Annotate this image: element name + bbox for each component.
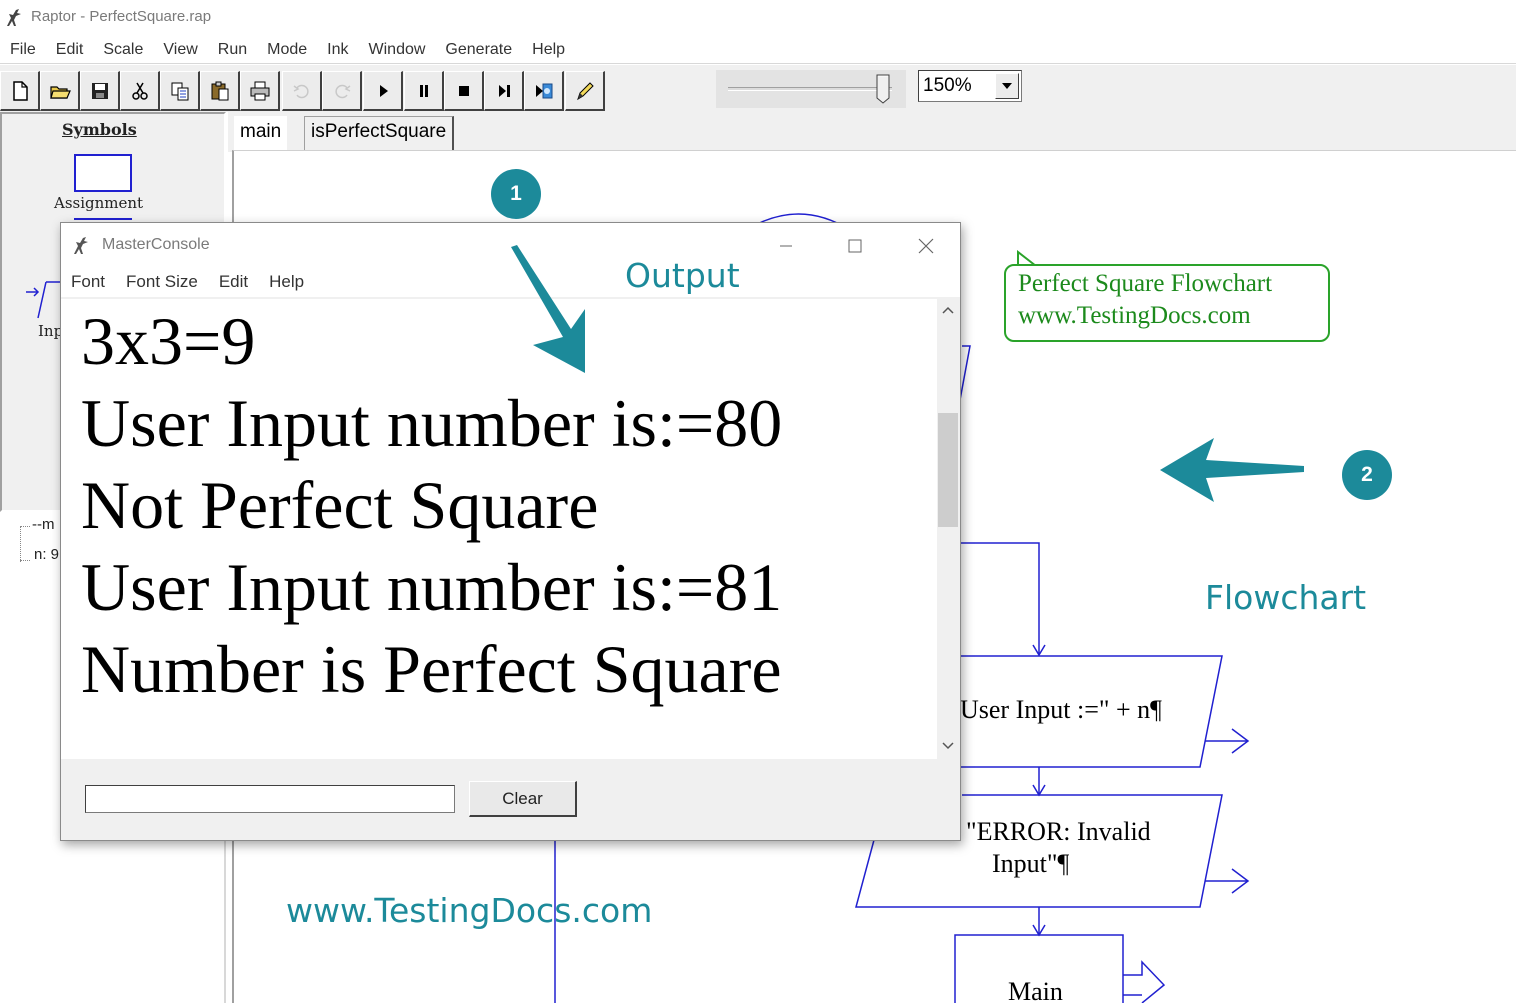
comment-line-2: www.TestingDocs.com bbox=[1018, 302, 1251, 329]
ink-button[interactable] bbox=[565, 71, 605, 111]
print-button[interactable] bbox=[240, 71, 280, 111]
copy-icon bbox=[171, 82, 188, 100]
console-menu-font-size[interactable]: Font Size bbox=[126, 272, 198, 292]
console-menu-help[interactable]: Help bbox=[269, 272, 304, 292]
slider-track bbox=[728, 87, 892, 91]
pause-button[interactable] bbox=[404, 71, 444, 111]
console-title: MasterConsole bbox=[102, 236, 210, 253]
cut-button[interactable] bbox=[120, 71, 160, 111]
slider-thumb[interactable] bbox=[876, 74, 890, 104]
assignment-symbol[interactable] bbox=[74, 154, 132, 192]
raptor-dinosaur-icon bbox=[7, 9, 21, 26]
minimize-icon bbox=[780, 245, 792, 247]
comment-line-1: Perfect Square Flowchart bbox=[1018, 270, 1273, 297]
step-icon bbox=[498, 84, 510, 97]
compiled-run-icon bbox=[535, 83, 552, 98]
menu-bar: File Edit Scale View Run Mode Ink Window… bbox=[0, 36, 1516, 64]
menu-file[interactable]: File bbox=[10, 41, 36, 59]
close-button[interactable] bbox=[903, 231, 949, 261]
output-line: 3x3=9 bbox=[81, 303, 256, 379]
raptor-dinosaur-icon bbox=[74, 237, 88, 254]
symbols-heading: Symbols bbox=[62, 120, 137, 139]
menu-run[interactable]: Run bbox=[218, 41, 247, 59]
variable-n[interactable]: n: 9 bbox=[34, 546, 59, 563]
assignment-symbol-label: Assignment bbox=[54, 194, 144, 212]
undo-button[interactable] bbox=[282, 71, 322, 111]
tree-connector bbox=[20, 526, 21, 562]
console-output-area[interactable]: 3x3=9 User Input number is:=80 Not Perfe… bbox=[61, 299, 937, 759]
step-button[interactable] bbox=[484, 71, 524, 111]
undo-icon bbox=[293, 84, 309, 98]
output-line: User Input number is:=81 bbox=[81, 549, 783, 625]
play-icon bbox=[379, 84, 388, 97]
redo-icon bbox=[334, 84, 350, 98]
dropdown-button[interactable] bbox=[995, 73, 1019, 99]
copy-button[interactable] bbox=[160, 71, 200, 111]
window-title: Raptor - PerfectSquare.rap bbox=[31, 8, 212, 25]
clear-button[interactable]: Clear bbox=[469, 781, 577, 817]
printer-icon bbox=[250, 81, 269, 100]
execute-button[interactable] bbox=[363, 71, 403, 111]
annotation-output-label: Output bbox=[625, 256, 740, 295]
chevron-up-icon bbox=[942, 306, 954, 314]
pause-icon bbox=[419, 84, 428, 97]
new-file-icon bbox=[12, 80, 28, 101]
variable-tree-root[interactable]: --m bbox=[32, 516, 55, 533]
menu-help[interactable]: Help bbox=[532, 41, 565, 59]
annotation-arrow-down bbox=[511, 245, 585, 373]
menu-edit[interactable]: Edit bbox=[56, 41, 84, 59]
open-folder-icon bbox=[49, 85, 71, 99]
title-bar: Raptor - PerfectSquare.rap bbox=[0, 0, 1516, 36]
close-icon bbox=[918, 238, 934, 254]
scroll-thumb[interactable] bbox=[938, 413, 958, 527]
console-menu-font[interactable]: Font bbox=[71, 272, 105, 292]
menu-window[interactable]: Window bbox=[369, 41, 426, 59]
redo-button[interactable] bbox=[322, 71, 362, 111]
menu-view[interactable]: View bbox=[163, 41, 197, 59]
tree-connector bbox=[20, 560, 30, 561]
annotation-badge-2: 2 bbox=[1342, 450, 1392, 500]
stop-icon bbox=[458, 85, 469, 96]
save-disk-icon bbox=[91, 82, 108, 99]
annotation-arrow-left bbox=[1160, 438, 1304, 502]
paste-button[interactable] bbox=[200, 71, 240, 111]
zoom-level-value: 150% bbox=[923, 75, 972, 96]
console-input-field[interactable] bbox=[85, 785, 455, 813]
minimize-button[interactable] bbox=[763, 231, 809, 261]
console-scrollbar[interactable] bbox=[937, 299, 959, 759]
pen-icon bbox=[576, 81, 594, 100]
stop-button[interactable] bbox=[444, 71, 484, 111]
tab-isperfectsquare[interactable]: isPerfectSquare bbox=[304, 116, 455, 150]
console-menu-edit[interactable]: Edit bbox=[219, 272, 248, 292]
tab-main[interactable]: main bbox=[234, 116, 288, 152]
open-button[interactable] bbox=[40, 71, 80, 111]
menu-mode[interactable]: Mode bbox=[267, 41, 307, 59]
output-line: Number is Perfect Square bbox=[81, 631, 782, 707]
chevron-down-icon bbox=[1002, 83, 1012, 89]
annotation-website: www.TestingDocs.com bbox=[286, 891, 653, 930]
new-button[interactable] bbox=[0, 71, 40, 111]
maximize-button[interactable] bbox=[832, 231, 878, 261]
comment-callout[interactable]: Perfect Square Flowchart www.TestingDocs… bbox=[1004, 264, 1330, 342]
output-line: User Input number is:=80 bbox=[81, 385, 783, 461]
menu-ink[interactable]: Ink bbox=[327, 41, 348, 59]
annotation-flowchart-label: Flowchart bbox=[1205, 578, 1367, 617]
menu-scale[interactable]: Scale bbox=[103, 41, 143, 59]
save-button[interactable] bbox=[80, 71, 120, 111]
scroll-down-button[interactable] bbox=[937, 735, 959, 757]
speed-slider[interactable] bbox=[716, 70, 906, 108]
paste-icon bbox=[211, 81, 228, 100]
scissors-icon bbox=[131, 82, 148, 100]
annotation-badge-1: 1 bbox=[491, 169, 541, 219]
run-compiled-button[interactable] bbox=[524, 71, 564, 111]
chevron-down-icon bbox=[942, 742, 954, 750]
output-line: Not Perfect Square bbox=[81, 467, 599, 543]
scroll-up-button[interactable] bbox=[937, 299, 959, 321]
zoom-level-select[interactable]: 150% bbox=[918, 70, 1022, 102]
menu-generate[interactable]: Generate bbox=[445, 41, 512, 59]
tree-connector bbox=[20, 526, 30, 527]
tab-bar: main isPerfectSquare bbox=[228, 112, 1516, 152]
maximize-icon bbox=[848, 239, 862, 253]
